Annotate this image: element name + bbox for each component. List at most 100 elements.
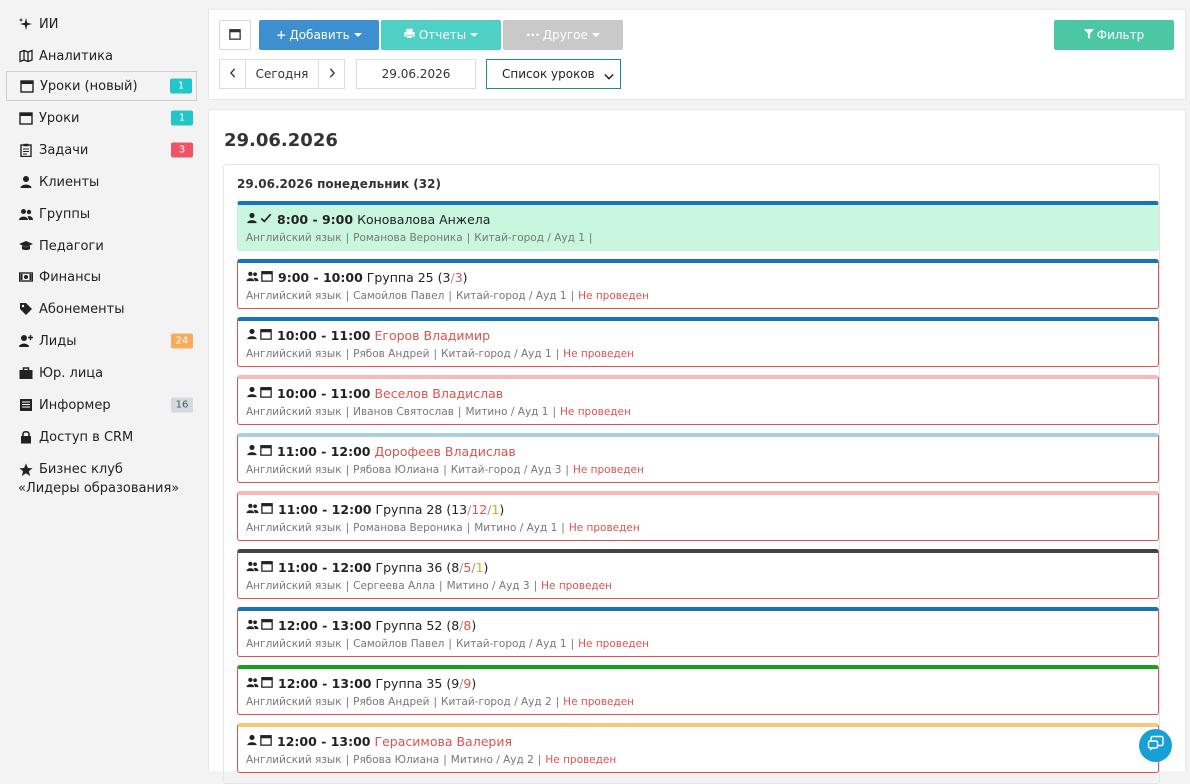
lesson-card[interactable]: 12:00 - 13:00 Группа 35 (9/9) Английский яз… — [237, 665, 1159, 715]
users-icon — [246, 618, 261, 633]
lesson-card[interactable]: 12:00 - 13:00 Герасимова Валерия Английски… — [237, 723, 1159, 773]
ellipsis-icon: ··· — [526, 28, 540, 42]
lesson-card[interactable]: 11:00 - 12:00 Дорофеев Владислав Английски… — [237, 433, 1159, 483]
lesson-time: 12:00 - 13:00 — [278, 676, 372, 691]
users-icon — [246, 502, 261, 517]
calendar-icon — [260, 444, 274, 459]
reports-button[interactable]: Отчеты — [381, 20, 501, 50]
sidebar-item-informer[interactable]: Информер 16 — [6, 395, 197, 415]
printer-icon — [404, 28, 415, 42]
lesson-card[interactable]: 8:00 - 9:00 Коноваловa Анжела Английский я… — [237, 201, 1159, 251]
sidebar-item-tasks[interactable]: Задачи 3 — [6, 140, 197, 160]
lesson-name: Группа 35 — [375, 676, 443, 691]
count-value: 3 — [454, 270, 463, 285]
lesson-teacher: Сергеева Алла — [353, 580, 436, 592]
sidebar-item-teachers[interactable]: Педагоги — [6, 236, 197, 256]
add-button[interactable]: + Добавить — [259, 20, 379, 50]
sidebar-item-lessons-new[interactable]: Уроки (новый) 1 — [6, 71, 197, 101]
lesson-name: Группа 25 — [366, 270, 434, 285]
calendar-icon — [260, 386, 274, 401]
lesson-teacher: Иванов Святослав — [353, 406, 454, 418]
sidebar-item-label: Задачи — [39, 142, 89, 158]
sidebar-item-label: Абонементы — [39, 301, 125, 317]
lesson-card[interactable]: 11:00 - 12:00 Группа 28 (13/12/1) Английски… — [237, 491, 1159, 541]
chevron-down-icon — [604, 70, 614, 84]
lesson-time: 8:00 - 9:00 — [277, 212, 354, 227]
lesson-subject: Английский язык — [246, 232, 342, 244]
calendar-icon — [261, 676, 275, 691]
count-value: 9 — [463, 676, 472, 691]
help-chat-button[interactable] — [1139, 729, 1172, 762]
lesson-card[interactable]: 10:00 - 11:00 Веселов Владислав Английский… — [237, 375, 1159, 425]
lesson-teacher: Рябов Андрей — [353, 696, 430, 708]
day-panel: 29.06.2026 понедельник (32) 8:00 - 9:00 К… — [223, 164, 1160, 784]
informer-badge: 16 — [171, 397, 193, 413]
lesson-status: Не проведен — [541, 580, 613, 592]
lesson-location: Китай-город / Ауд 1 — [441, 348, 552, 360]
lessons-new-badge: 1 — [170, 78, 192, 94]
sidebar: ИИ Аналитика Уроки (новый) 1 Уроки 1 Зад… — [0, 0, 200, 771]
date-input[interactable]: 29.06.2026 — [356, 59, 476, 89]
sidebar-item-finance[interactable]: Финансы — [6, 267, 197, 287]
tasks-badge: 3 — [171, 142, 193, 158]
lesson-name: Егоров Владимир — [374, 328, 490, 343]
star-icon — [18, 462, 34, 478]
prev-day-button[interactable] — [219, 59, 246, 89]
count-value: 1 — [491, 502, 500, 517]
lesson-subject: Английский язык — [246, 754, 342, 766]
lesson-card[interactable]: 9:00 - 10:00 Группа 25 (3/3) Английский язы… — [237, 259, 1159, 309]
count-value: 8 — [451, 560, 460, 575]
sidebar-item-lessons[interactable]: Уроки 1 — [6, 108, 197, 128]
lesson-time: 10:00 - 11:00 — [277, 328, 371, 343]
lesson-location: Митино / Ауд 2 — [450, 754, 534, 766]
today-button[interactable]: Сегодня — [245, 59, 319, 89]
sidebar-item-leads[interactable]: Лиды 24 — [6, 331, 197, 351]
calendar-icon — [261, 270, 275, 285]
lesson-name: Группа 36 — [375, 560, 443, 575]
sparkle-icon — [18, 16, 34, 32]
count-value: 1 — [475, 560, 484, 575]
lesson-status: Не проведен — [578, 290, 650, 302]
lesson-name: Коноваловa Анжела — [357, 212, 491, 227]
view-select[interactable]: Список уроков — [486, 59, 621, 89]
sidebar-item-legal-entities[interactable]: Юр. лица — [6, 363, 197, 383]
calendar-icon — [260, 734, 274, 749]
lesson-time: 9:00 - 10:00 — [278, 270, 363, 285]
next-day-button[interactable] — [318, 59, 345, 89]
lesson-time: 11:00 - 12:00 — [278, 560, 372, 575]
filter-button[interactable]: Фильтр — [1054, 20, 1174, 50]
other-button[interactable]: ··· Другое — [503, 20, 623, 50]
lesson-status: Не проведен — [568, 522, 640, 534]
day-title: 29.06.2026 понедельник (32) — [237, 177, 441, 191]
lesson-card[interactable]: 11:00 - 12:00 Группа 36 (8/5/1) Английский … — [237, 549, 1159, 599]
sidebar-item-analytics[interactable]: Аналитика — [6, 46, 197, 66]
lesson-subject: Английский язык — [246, 696, 342, 708]
sidebar-item-clients[interactable]: Клиенты — [6, 172, 197, 192]
lesson-status: Не проведен — [572, 464, 644, 476]
count-value: 13 — [451, 502, 468, 517]
calendar-toggle-button[interactable] — [219, 20, 251, 50]
user-plus-icon — [18, 333, 34, 349]
lesson-subject: Английский язык — [246, 464, 342, 476]
sidebar-item-label: Группы — [39, 206, 91, 222]
lesson-card[interactable]: 10:00 - 11:00 Егоров Владимир Английский я… — [237, 317, 1159, 367]
calendar-icon — [261, 502, 275, 517]
toolbar: + Добавить Отчеты ··· Другое Фильтр Сего… — [208, 9, 1186, 100]
sidebar-item-groups[interactable]: Группы — [6, 204, 197, 224]
user-icon — [246, 328, 260, 343]
sidebar-item-label: Клиенты — [39, 174, 100, 190]
lesson-teacher: Самойлов Павел — [353, 290, 445, 302]
count-value: 8 — [451, 618, 460, 633]
chevron-right-icon — [328, 67, 336, 81]
sidebar-item-subscriptions[interactable]: Абонементы — [6, 299, 197, 319]
lesson-card[interactable]: 12:00 - 13:00 Группа 52 (8/8) Английский яз… — [237, 607, 1159, 657]
user-icon — [18, 174, 34, 190]
page-title: 29.06.2026 — [224, 130, 338, 151]
sidebar-item-business-club[interactable]: Бизнес клуб «Лидеры образования» — [6, 460, 197, 500]
sidebar-item-ai[interactable]: ИИ — [6, 14, 197, 34]
users-icon — [246, 270, 261, 285]
calendar-icon — [229, 28, 241, 43]
lesson-status: Не проведен — [560, 406, 631, 418]
plus-icon: + — [276, 28, 287, 42]
sidebar-item-crm-access[interactable]: Доступ в CRM — [6, 427, 197, 447]
